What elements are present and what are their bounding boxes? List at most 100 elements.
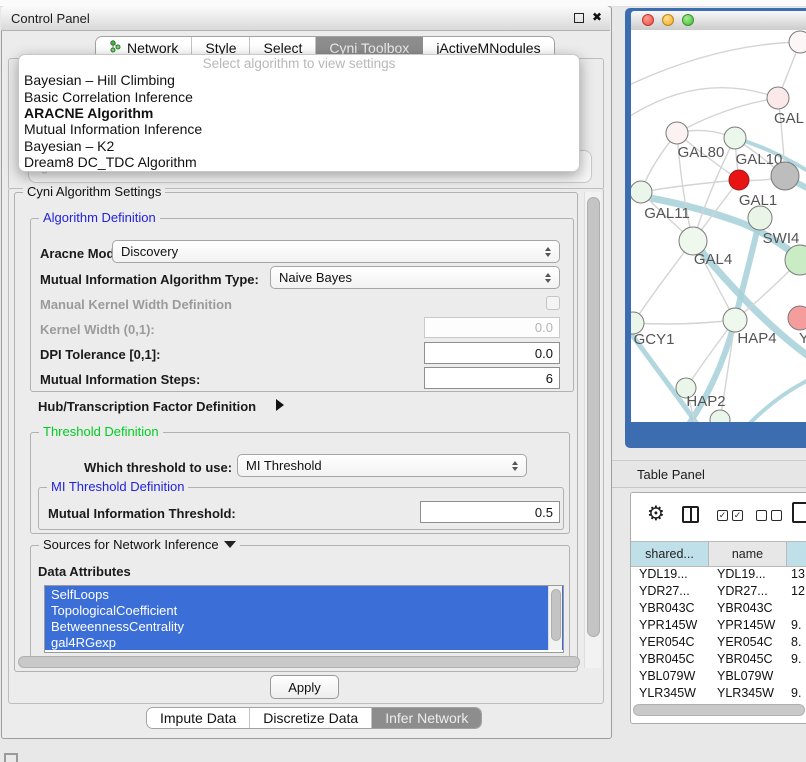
network-node-label: HAP2 xyxy=(686,393,725,410)
network-node-gal11[interactable] xyxy=(631,181,652,203)
column-header-name[interactable]: name xyxy=(709,542,787,566)
network-node[interactable] xyxy=(771,162,799,190)
float-panel-icon[interactable] xyxy=(574,13,584,23)
apply-button-label: Apply xyxy=(288,680,321,695)
sources-collapse-arrow-icon[interactable] xyxy=(224,541,236,548)
settings-vertical-scrollbar[interactable] xyxy=(584,192,601,668)
attribute-item-gal4rgexp[interactable]: gal4RGexp xyxy=(45,634,563,650)
algorithm-option-bayesian-k2[interactable]: Bayesian – K2 xyxy=(19,138,579,154)
table-row[interactable]: YER054CYER054C8. xyxy=(631,633,806,650)
bottom-tab-infer-network[interactable]: Infer Network xyxy=(372,708,481,728)
network-edge[interactable] xyxy=(677,98,778,133)
network-node[interactable] xyxy=(789,31,806,53)
network-node-gal[interactable] xyxy=(767,87,789,109)
table-cell: YLR345W xyxy=(631,684,709,701)
gear-icon[interactable]: ⚙ xyxy=(647,504,665,524)
table-cell: YDR27... xyxy=(709,582,787,599)
control-panel-title: Control Panel xyxy=(11,11,90,26)
table-row[interactable]: YLR345WYLR345W9. xyxy=(631,684,806,701)
network-edge[interactable] xyxy=(633,241,693,323)
combo-arrows-icon xyxy=(545,273,551,283)
aracne-mode-combo[interactable]: Discovery xyxy=(112,240,560,263)
network-node-gal1[interactable] xyxy=(729,170,749,190)
mi-threshold-legend: MI Threshold Definition xyxy=(47,479,188,494)
network-edge[interactable] xyxy=(641,180,739,192)
kernel-width-field[interactable]: 0.0 xyxy=(424,317,560,338)
network-canvas[interactable]: GALGAL80GAL10GAL1GAL11SWI4GAL4GCY1HAP4YH… xyxy=(631,30,806,422)
network-node-label: GAL4 xyxy=(694,251,732,268)
unchecked-pair-icon[interactable] xyxy=(756,510,782,521)
algorithm-option-aracne-algorithm[interactable]: ARACNE Algorithm xyxy=(19,105,579,121)
table-cell xyxy=(787,599,806,616)
attribute-item-betweennesscentrality[interactable]: BetweennessCentrality xyxy=(45,618,563,634)
mi-steps-field[interactable]: 6 xyxy=(424,367,560,389)
table-cell: 13 xyxy=(787,565,806,582)
aracne-mode-value: Discovery xyxy=(121,244,539,259)
apply-button[interactable]: Apply xyxy=(270,675,339,699)
bottom-tab-impute-data[interactable]: Impute Data xyxy=(147,708,250,728)
network-edge[interactable] xyxy=(633,320,735,324)
bottom-tab-label: Impute Data xyxy=(160,710,236,726)
kernel-width-value: 0.0 xyxy=(535,320,553,335)
threshold-definition-legend: Threshold Definition xyxy=(39,424,163,439)
attribute-item-selfloops[interactable]: SelfLoops xyxy=(45,586,563,602)
mac-close-button[interactable] xyxy=(642,14,654,26)
column-header-3[interactable] xyxy=(787,542,806,566)
table-row[interactable]: YBL079WYBL079W xyxy=(631,667,806,684)
mi-threshold-field[interactable]: 0.5 xyxy=(420,501,560,523)
mi-threshold-label: Mutual Information Threshold: xyxy=(48,506,236,521)
mi-type-label: Mutual Information Algorithm Type: xyxy=(40,272,259,287)
table-cell: 8. xyxy=(787,633,806,650)
network-node-swi4[interactable] xyxy=(748,206,772,230)
mac-zoom-button[interactable] xyxy=(682,14,694,26)
split-columns-icon[interactable] xyxy=(682,506,699,523)
table-toolbar: ⚙ ✓✓ xyxy=(631,493,806,541)
bottom-tab-label: Discretize Data xyxy=(263,710,358,726)
algorithm-option-mutual-information-inference[interactable]: Mutual Information Inference xyxy=(19,121,579,137)
dpi-tolerance-field[interactable]: 0.0 xyxy=(424,342,560,364)
network-node[interactable] xyxy=(710,410,730,422)
document-icon[interactable] xyxy=(792,502,806,523)
table-horizontal-scrollbar[interactable] xyxy=(633,704,803,715)
network-node-label: GAL xyxy=(774,110,804,127)
data-attributes-label: Data Attributes xyxy=(38,564,131,579)
algorithm-option-basic-correlation-inference[interactable]: Basic Correlation Inference xyxy=(19,88,579,104)
network-edge[interactable] xyxy=(749,378,806,422)
attribute-item-topologicalcoefficient[interactable]: TopologicalCoefficient xyxy=(45,602,563,618)
network-window-titlebar[interactable] xyxy=(631,11,806,31)
mini-dock-icon[interactable] xyxy=(4,753,18,762)
table-row[interactable]: YBR043CYBR043C xyxy=(631,599,806,616)
close-icon[interactable]: ✖ xyxy=(592,10,602,24)
manual-kernel-checkbox[interactable] xyxy=(546,296,560,310)
which-threshold-label: Which threshold to use: xyxy=(84,460,232,475)
attributes-list-scrollbar[interactable] xyxy=(548,586,562,650)
network-node-gal10[interactable] xyxy=(724,127,746,149)
network-node-label: GAL11 xyxy=(644,205,690,222)
checked-pair-icon[interactable]: ✓✓ xyxy=(717,510,743,521)
table-row[interactable]: YDL19...YDL19...13 xyxy=(631,565,806,582)
network-node-hap4[interactable] xyxy=(723,308,747,332)
hub-expander-arrow-icon[interactable] xyxy=(276,399,284,411)
table-row[interactable]: YPR145WYPR145W9. xyxy=(631,616,806,633)
table-row[interactable]: YDR27...YDR27...12 xyxy=(631,582,806,599)
bottom-tab-discretize-data[interactable]: Discretize Data xyxy=(250,708,372,728)
dpi-tolerance-value: 0.0 xyxy=(535,346,553,361)
table-cell: 9. xyxy=(787,684,806,701)
algorithm-option-dream8-dc-tdc-algorithm[interactable]: Dream8 DC_TDC Algorithm xyxy=(19,154,579,170)
column-header-shared[interactable]: shared... xyxy=(631,542,709,566)
table-row[interactable]: YBR045CYBR045C9. xyxy=(631,650,806,667)
network-node-gal80[interactable] xyxy=(666,122,688,144)
network-node-y[interactable] xyxy=(788,306,806,330)
table-cell: YBR045C xyxy=(709,650,787,667)
network-node-label: Y xyxy=(799,330,806,347)
settings-horizontal-scrollbar[interactable] xyxy=(18,656,580,668)
table-cell: YDL19... xyxy=(631,565,709,582)
network-node-label: SWI4 xyxy=(763,230,800,247)
network-edge[interactable] xyxy=(631,42,800,86)
algorithm-option-bayesian-hill-climbing[interactable]: Bayesian – Hill Climbing xyxy=(19,72,579,88)
mi-type-combo[interactable]: Naive Bayes xyxy=(270,266,560,289)
which-threshold-combo[interactable]: MI Threshold xyxy=(237,454,527,477)
cyni-settings-legend: Cyni Algorithm Settings xyxy=(23,184,165,199)
mac-minimize-button[interactable] xyxy=(662,14,674,26)
table-cell: 9. xyxy=(787,616,806,633)
